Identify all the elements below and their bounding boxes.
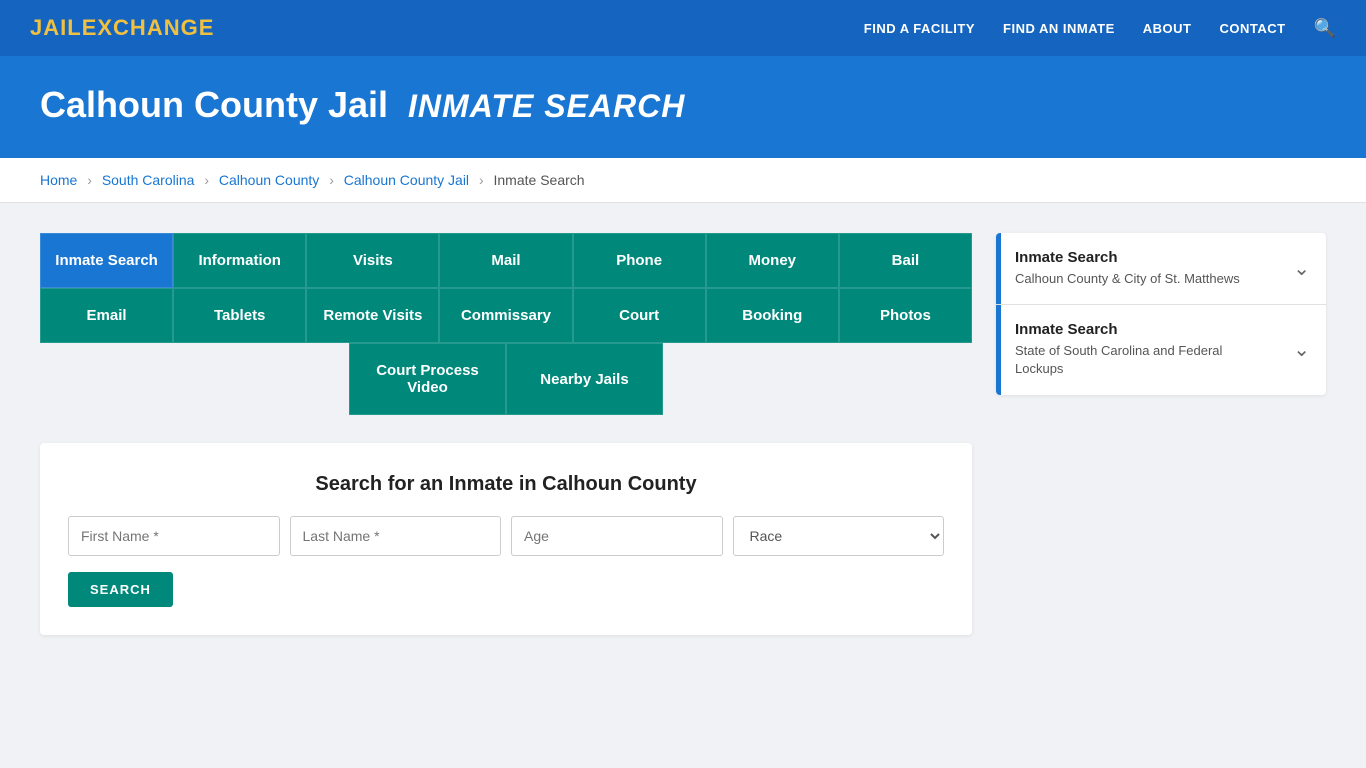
sidebar-item-content-2: Inmate Search State of South Carolina an… [1001,305,1277,394]
tab-court[interactable]: Court [573,288,706,343]
sidebar-item-title-1: Inmate Search [1015,249,1263,266]
hero-subtitle-text: INMATE SEARCH [408,88,685,124]
tab-tablets[interactable]: Tablets [173,288,306,343]
sidebar-item-subtitle-2: State of South Carolina and Federal Lock… [1015,342,1263,378]
breadcrumb-sep-2: › [204,172,209,188]
brand-logo[interactable]: JAILEXCHANGE [30,15,214,41]
content-area: Inmate Search Information Visits Mail Ph… [0,203,1366,665]
sidebar-chevron-2[interactable]: ⌄ [1277,305,1326,394]
first-name-input[interactable] [68,516,280,556]
page-title: Calhoun County Jail INMATE SEARCH [40,84,1326,126]
sidebar-chevron-1[interactable]: ⌄ [1277,233,1326,304]
find-facility-link[interactable]: FIND A FACILITY [864,21,975,36]
tab-photos[interactable]: Photos [839,288,972,343]
tabs-row-1: Inmate Search Information Visits Mail Ph… [40,233,972,288]
breadcrumb-jail[interactable]: Calhoun County Jail [344,172,469,188]
sidebar-item-content-1: Inmate Search Calhoun County & City of S… [1001,233,1277,304]
tab-court-process-video[interactable]: Court Process Video [349,343,506,415]
find-inmate-link[interactable]: FIND AN INMATE [1003,21,1115,36]
search-title: Search for an Inmate in Calhoun County [68,473,944,496]
tab-mail[interactable]: Mail [439,233,572,288]
hero-title-text: Calhoun County Jail [40,84,388,125]
sidebar-card: Inmate Search Calhoun County & City of S… [996,233,1326,395]
breadcrumb-current: Inmate Search [494,172,585,188]
tab-information[interactable]: Information [173,233,306,288]
brand-name-part2: XCHANGE [97,15,214,40]
tab-commissary[interactable]: Commissary [439,288,572,343]
contact-link[interactable]: CONTACT [1219,21,1285,36]
brand-name-part1: JAIL [30,15,82,40]
breadcrumb-sep-4: › [479,172,484,188]
sidebar-item-subtitle-1: Calhoun County & City of St. Matthews [1015,270,1263,288]
sidebar-item-1: Inmate Search Calhoun County & City of S… [996,233,1326,305]
tab-booking[interactable]: Booking [706,288,839,343]
breadcrumb-sep-3: › [329,172,334,188]
breadcrumb-home[interactable]: Home [40,172,77,188]
hero-section: Calhoun County Jail INMATE SEARCH [0,56,1366,158]
breadcrumb-county[interactable]: Calhoun County [219,172,319,188]
search-icon[interactable]: 🔍 [1314,18,1336,39]
tab-bail[interactable]: Bail [839,233,972,288]
sidebar-item-2: Inmate Search State of South Carolina an… [996,305,1326,394]
breadcrumb: Home › South Carolina › Calhoun County ›… [0,158,1366,203]
tab-nearby-jails[interactable]: Nearby Jails [506,343,663,415]
brand-highlight: E [82,15,98,40]
about-link[interactable]: ABOUT [1143,21,1192,36]
search-fields: Race White Black Hispanic Asian Other [68,516,944,556]
age-input[interactable] [511,516,723,556]
tab-phone[interactable]: Phone [573,233,706,288]
search-box: Search for an Inmate in Calhoun County R… [40,443,972,635]
nav-links: FIND A FACILITY FIND AN INMATE ABOUT CON… [864,18,1336,39]
main-section: Inmate Search Information Visits Mail Ph… [40,233,972,635]
race-select[interactable]: Race White Black Hispanic Asian Other [733,516,945,556]
breadcrumb-sc[interactable]: South Carolina [102,172,195,188]
breadcrumb-sep-1: › [87,172,92,188]
tabs-grid: Inmate Search Information Visits Mail Ph… [40,233,972,415]
tab-email[interactable]: Email [40,288,173,343]
tabs-row-3: Court Process Video Nearby Jails [40,343,972,415]
tab-inmate-search[interactable]: Inmate Search [40,233,173,288]
last-name-input[interactable] [290,516,502,556]
navbar: JAILEXCHANGE FIND A FACILITY FIND AN INM… [0,0,1366,56]
search-button[interactable]: SEARCH [68,572,173,607]
sidebar: Inmate Search Calhoun County & City of S… [996,233,1326,399]
tab-visits[interactable]: Visits [306,233,439,288]
sidebar-item-title-2: Inmate Search [1015,321,1263,338]
tab-money[interactable]: Money [706,233,839,288]
tabs-row-2: Email Tablets Remote Visits Commissary C… [40,288,972,343]
tab-remote-visits[interactable]: Remote Visits [306,288,439,343]
